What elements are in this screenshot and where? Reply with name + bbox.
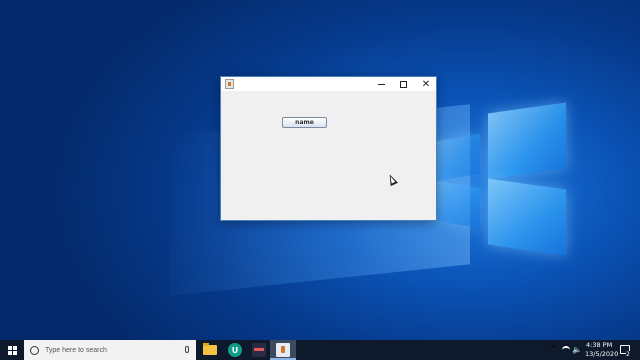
show-hidden-icons-chevron-icon[interactable]: ^ [550,344,557,353]
network-icon[interactable] [562,346,570,354]
windows-start-icon [7,345,17,355]
maximize-icon [399,80,407,88]
app-window[interactable]: ✕ name [220,76,437,221]
taskbar: Type here to search U ^ 🔈 4:38 PM 13/5/2… [0,340,640,360]
cortana-icon [30,345,39,355]
file-explorer-icon[interactable] [203,343,217,355]
minimize-icon [377,83,385,85]
windows-logo-wallpaper [420,100,580,260]
clock-time[interactable]: 4:38 PM [586,341,612,349]
volume-icon[interactable]: 🔈 [572,345,582,354]
notification-count: 2 [626,351,630,358]
taskbar-search-box[interactable]: Type here to search [24,340,196,360]
name-button[interactable]: name [282,117,327,128]
window-titlebar[interactable]: ✕ [221,77,436,91]
java-app-icon [225,79,234,89]
minimize-button[interactable] [370,77,392,91]
close-button[interactable]: ✕ [415,77,437,91]
maximize-button[interactable] [392,77,414,91]
java-taskbar-icon[interactable] [276,343,290,357]
app-dark-icon[interactable] [252,343,266,357]
clock-date[interactable]: 13/5/2020 [585,350,618,358]
search-placeholder: Type here to search [45,346,107,354]
start-button[interactable] [0,340,24,360]
app-circle-icon[interactable]: U [228,343,242,357]
microphone-icon[interactable] [185,346,189,353]
